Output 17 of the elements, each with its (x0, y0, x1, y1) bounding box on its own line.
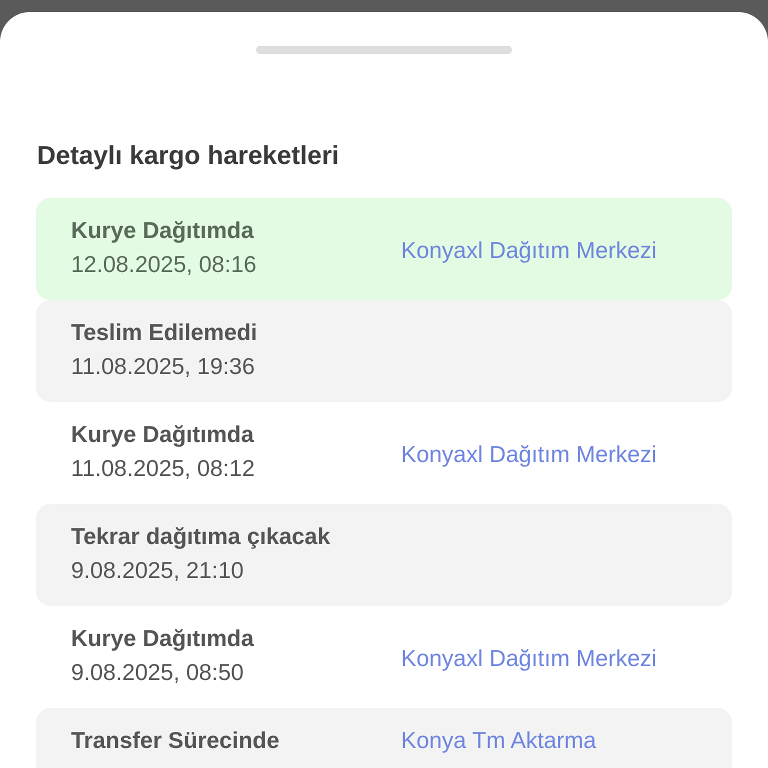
movement-date: 12.08.2025, 08:16 (71, 250, 258, 278)
movement-status: Kurye Dağıtımda (71, 216, 255, 244)
movement-date: 9.08.2025, 21:10 (71, 556, 245, 584)
movement-location: Konyaxl Dağıtım Merkezi (401, 440, 658, 468)
sheet-title: Detaylı kargo hareketleri (37, 141, 340, 169)
movement-date: 9.08.2025, 08:50 (71, 658, 245, 686)
movement-date: 11.08.2025, 19:36 (71, 352, 256, 380)
movement-date: 11.08.2025, 08:12 (71, 454, 256, 482)
movement-location: Konyaxl Dağıtım Merkezi (401, 644, 658, 672)
movement-location: Konya Tm Aktarma (401, 726, 598, 754)
movement-status: Teslim Edilemedi (71, 318, 258, 346)
movement-location: Konyaxl Dağıtım Merkezi (401, 236, 658, 264)
movement-status: Transfer Sürecinde (71, 726, 280, 754)
movement-status: Kurye Dağıtımda (71, 420, 255, 448)
drag-handle[interactable] (256, 46, 512, 54)
movement-status: Kurye Dağıtımda (71, 624, 255, 652)
movement-status: Tekrar dağıtıma çıkacak (71, 522, 332, 550)
